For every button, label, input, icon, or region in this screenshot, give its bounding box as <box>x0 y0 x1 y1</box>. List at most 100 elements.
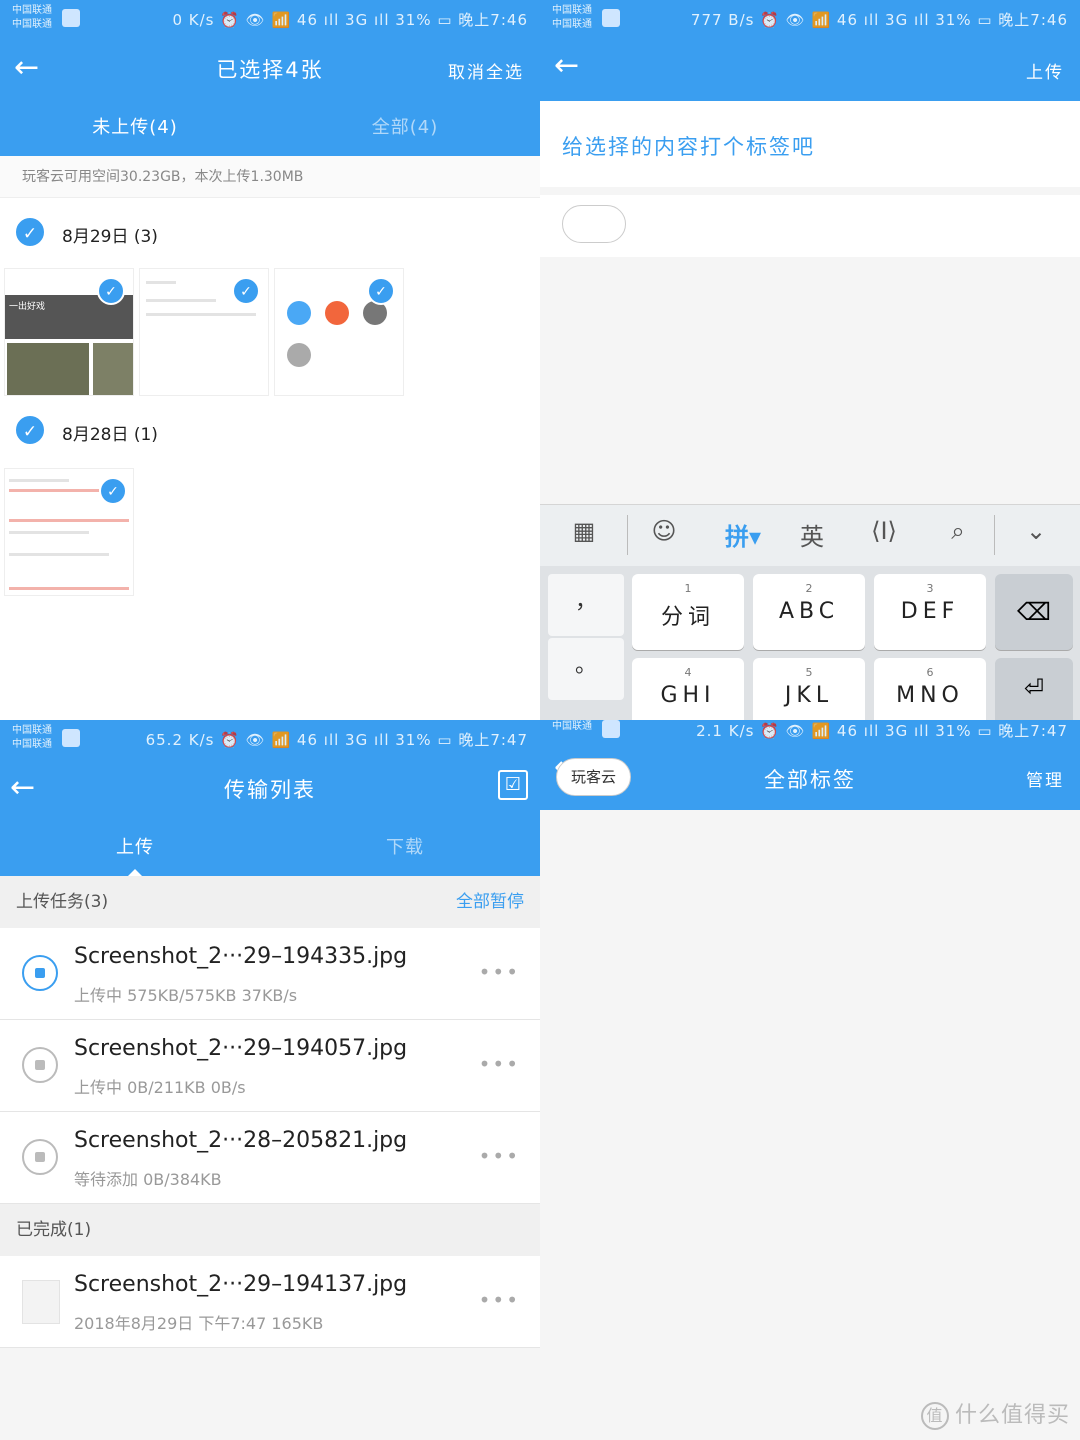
status-indicators: 2.1 K/s ⏰ 👁 📶 46 ıll 3G ıll 31% ▭ 晚上7:47 <box>696 722 1068 740</box>
app-badge-icon <box>602 720 620 738</box>
tab-download[interactable]: 下载 <box>270 820 540 876</box>
selected-check-icon[interactable]: ✓ <box>232 277 260 305</box>
transfer-tabs: 上传 下载 <box>0 820 540 876</box>
select-photos-screen: 中国联通 中国联通 0 K/s ⏰ 👁 📶 46 ıll 3G ıll 31% ▭… <box>0 0 540 720</box>
more-icon[interactable]: ••• <box>479 1052 520 1076</box>
file-status: 等待添加 0B/384KB <box>74 1170 222 1189</box>
tag-header: 中国联通 中国联通 777 B/s ⏰ 👁 📶 46 ıll 3G ıll 31%… <box>540 0 1080 101</box>
section-title: 已完成(1) <box>16 1220 92 1240</box>
thumb-app-icon <box>287 301 311 325</box>
upload-button[interactable]: 上传 <box>1026 58 1064 83</box>
all-tags-screen: 中国联通 2.1 K/s ⏰ 👁 📶 46 ıll 3G ıll 31% ▭ 晚… <box>540 720 1080 1440</box>
file-name: Screenshot_2···29–194137.jpg <box>74 1272 408 1297</box>
search-icon[interactable]: ⌕ <box>938 517 978 545</box>
thumb-line <box>9 587 129 590</box>
back-arrow-icon[interactable]: ← <box>554 48 590 84</box>
file-status: 上传中 0B/211KB 0B/s <box>74 1078 246 1097</box>
backspace-key-icon[interactable]: ⌫ <box>995 574 1073 650</box>
status-bar: 中国联通 2.1 K/s ⏰ 👁 📶 46 ıll 3G ıll 31% ▭ 晚… <box>540 720 1080 744</box>
file-thumbnail <box>22 1280 60 1324</box>
key-label: JKL <box>784 683 834 708</box>
more-icon[interactable]: ••• <box>479 1288 520 1312</box>
selected-check-icon[interactable]: ✓ <box>99 477 127 505</box>
watermark-text: 什么值得买 <box>954 1403 1070 1428</box>
file-name: Screenshot_2···29–194335.jpg <box>74 944 408 969</box>
photo-thumbnail[interactable]: 一出好戏 ✓ <box>4 268 134 396</box>
tag-input-area <box>540 195 1080 257</box>
english-mode-button[interactable]: 英 <box>792 517 832 552</box>
thumb-line <box>9 479 69 482</box>
selected-check-icon[interactable]: ✓ <box>97 277 125 305</box>
tab-indicator <box>128 869 142 876</box>
emoji-icon[interactable]: ☺ <box>644 517 684 545</box>
upload-progress-icon[interactable] <box>22 1139 58 1175</box>
selected-check-icon[interactable]: ✓ <box>367 277 395 305</box>
status-indicators: 777 B/s ⏰ 👁 📶 46 ıll 3G ıll 31% ▭ 晚上7:46 <box>690 11 1068 29</box>
tag-prompt: 给选择的内容打个标签吧 <box>540 101 1080 187</box>
page-title: 传输列表 <box>224 778 316 802</box>
group-check-icon[interactable]: ✓ <box>14 414 46 446</box>
grid-icon[interactable]: ▦ <box>564 517 604 545</box>
status-indicators: 0 K/s ⏰ 👁 📶 46 ıll 3G ıll 31% ▭ 晚上7:46 <box>172 11 528 29</box>
thumb-line <box>9 553 109 556</box>
thumb-line <box>9 489 99 492</box>
tab-upload[interactable]: 上传 <box>0 820 270 876</box>
pinyin-mode-button[interactable]: 拼▾ <box>720 517 766 552</box>
key-5[interactable]: 5 JKL <box>753 658 865 720</box>
thumb-line <box>146 281 176 284</box>
tag-input-field[interactable] <box>562 205 626 243</box>
cursor-icon[interactable]: ⟨I⟩ <box>864 517 904 545</box>
upload-progress-icon[interactable] <box>22 955 58 991</box>
transfer-list-screen: 中国联通 中国联通 65.2 K/s ⏰ 👁 📶 46 ıll 3G ıll 31… <box>0 720 540 1440</box>
more-icon[interactable]: ••• <box>479 1144 520 1168</box>
photo-thumbnail[interactable]: ✓ <box>4 468 134 596</box>
key-label: ABC <box>778 599 840 624</box>
file-status: 上传中 575KB/575KB 37KB/s <box>74 986 298 1005</box>
photo-thumbnail[interactable]: ✓ <box>274 268 404 396</box>
tag-input-screen: 中国联通 中国联通 777 B/s ⏰ 👁 📶 46 ıll 3G ıll 31%… <box>540 0 1080 720</box>
enter-key-icon[interactable]: ⏎ <box>995 658 1073 720</box>
tag-chip[interactable]: 玩客云 <box>556 758 632 796</box>
list-item[interactable]: Screenshot_2···29–194057.jpg 上传中 0B/211K… <box>0 1020 540 1112</box>
keyboard: ， 。 1 分词 2 ABC 3 DEF ⌫ 4 GHI 5 JKL 6 MNO ⏎ <box>540 566 1080 720</box>
tab-not-uploaded[interactable]: 未上传(4) <box>0 100 270 156</box>
key-label: MNO <box>896 683 964 708</box>
list-item[interactable]: Screenshot_2···29–194335.jpg 上传中 575KB/5… <box>0 928 540 1020</box>
file-status: 2018年8月29日 下午7:47 165KB <box>74 1314 324 1333</box>
file-name: Screenshot_2···29–194057.jpg <box>74 1036 408 1061</box>
carrier-label: 中国联通 中国联通 <box>12 5 52 30</box>
key-number: 3 <box>926 582 934 595</box>
upload-tabs: 未上传(4) 全部(4) <box>0 100 540 156</box>
title-bar: ← 已选择4张 取消全选 <box>0 36 540 100</box>
manage-button[interactable]: 管理 <box>1026 766 1064 791</box>
cancel-all-button[interactable]: 取消全选 <box>448 58 524 83</box>
collapse-keyboard-icon[interactable]: ⌄ <box>1016 517 1056 545</box>
carrier-label: 中国联通 <box>552 721 592 732</box>
status-bar: 中国联通 中国联通 777 B/s ⏰ 👁 📶 46 ıll 3G ıll 31%… <box>540 0 1080 36</box>
date-label: 8月28日 (1) <box>62 425 158 445</box>
title-bar: ← 传输列表 ☑ <box>0 756 540 820</box>
multi-select-icon[interactable]: ☑ <box>498 770 528 800</box>
list-item[interactable]: Screenshot_2···28–205821.jpg 等待添加 0B/384… <box>0 1112 540 1204</box>
app-badge-icon <box>62 729 80 747</box>
list-item[interactable]: Screenshot_2···29–194137.jpg 2018年8月29日 … <box>0 1256 540 1348</box>
key-label: DEF <box>900 599 960 624</box>
key-6[interactable]: 6 MNO <box>874 658 986 720</box>
key-1[interactable]: 1 分词 <box>632 574 744 650</box>
group-check-icon[interactable]: ✓ <box>14 216 46 248</box>
key-3[interactable]: 3 DEF <box>874 574 986 650</box>
key-4[interactable]: 4 GHI <box>632 658 744 720</box>
pause-all-button[interactable]: 全部暂停 <box>456 876 524 928</box>
comma-key[interactable]: ， <box>548 574 624 636</box>
period-key[interactable]: 。 <box>548 638 624 700</box>
carrier-label: 中国联通 中国联通 <box>552 5 592 30</box>
more-icon[interactable]: ••• <box>479 960 520 984</box>
tab-all[interactable]: 全部(4) <box>270 100 540 156</box>
key-number: 6 <box>926 666 934 679</box>
key-2[interactable]: 2 ABC <box>753 574 865 650</box>
date-group-header: ✓ 8月28日 (1) <box>0 400 540 470</box>
upload-progress-icon[interactable] <box>22 1047 58 1083</box>
app-badge-icon <box>602 9 620 27</box>
collage: 中国联通 中国联通 0 K/s ⏰ 👁 📶 46 ıll 3G ıll 31% ▭… <box>0 0 1080 1440</box>
photo-thumbnail[interactable]: ✓ <box>139 268 269 396</box>
